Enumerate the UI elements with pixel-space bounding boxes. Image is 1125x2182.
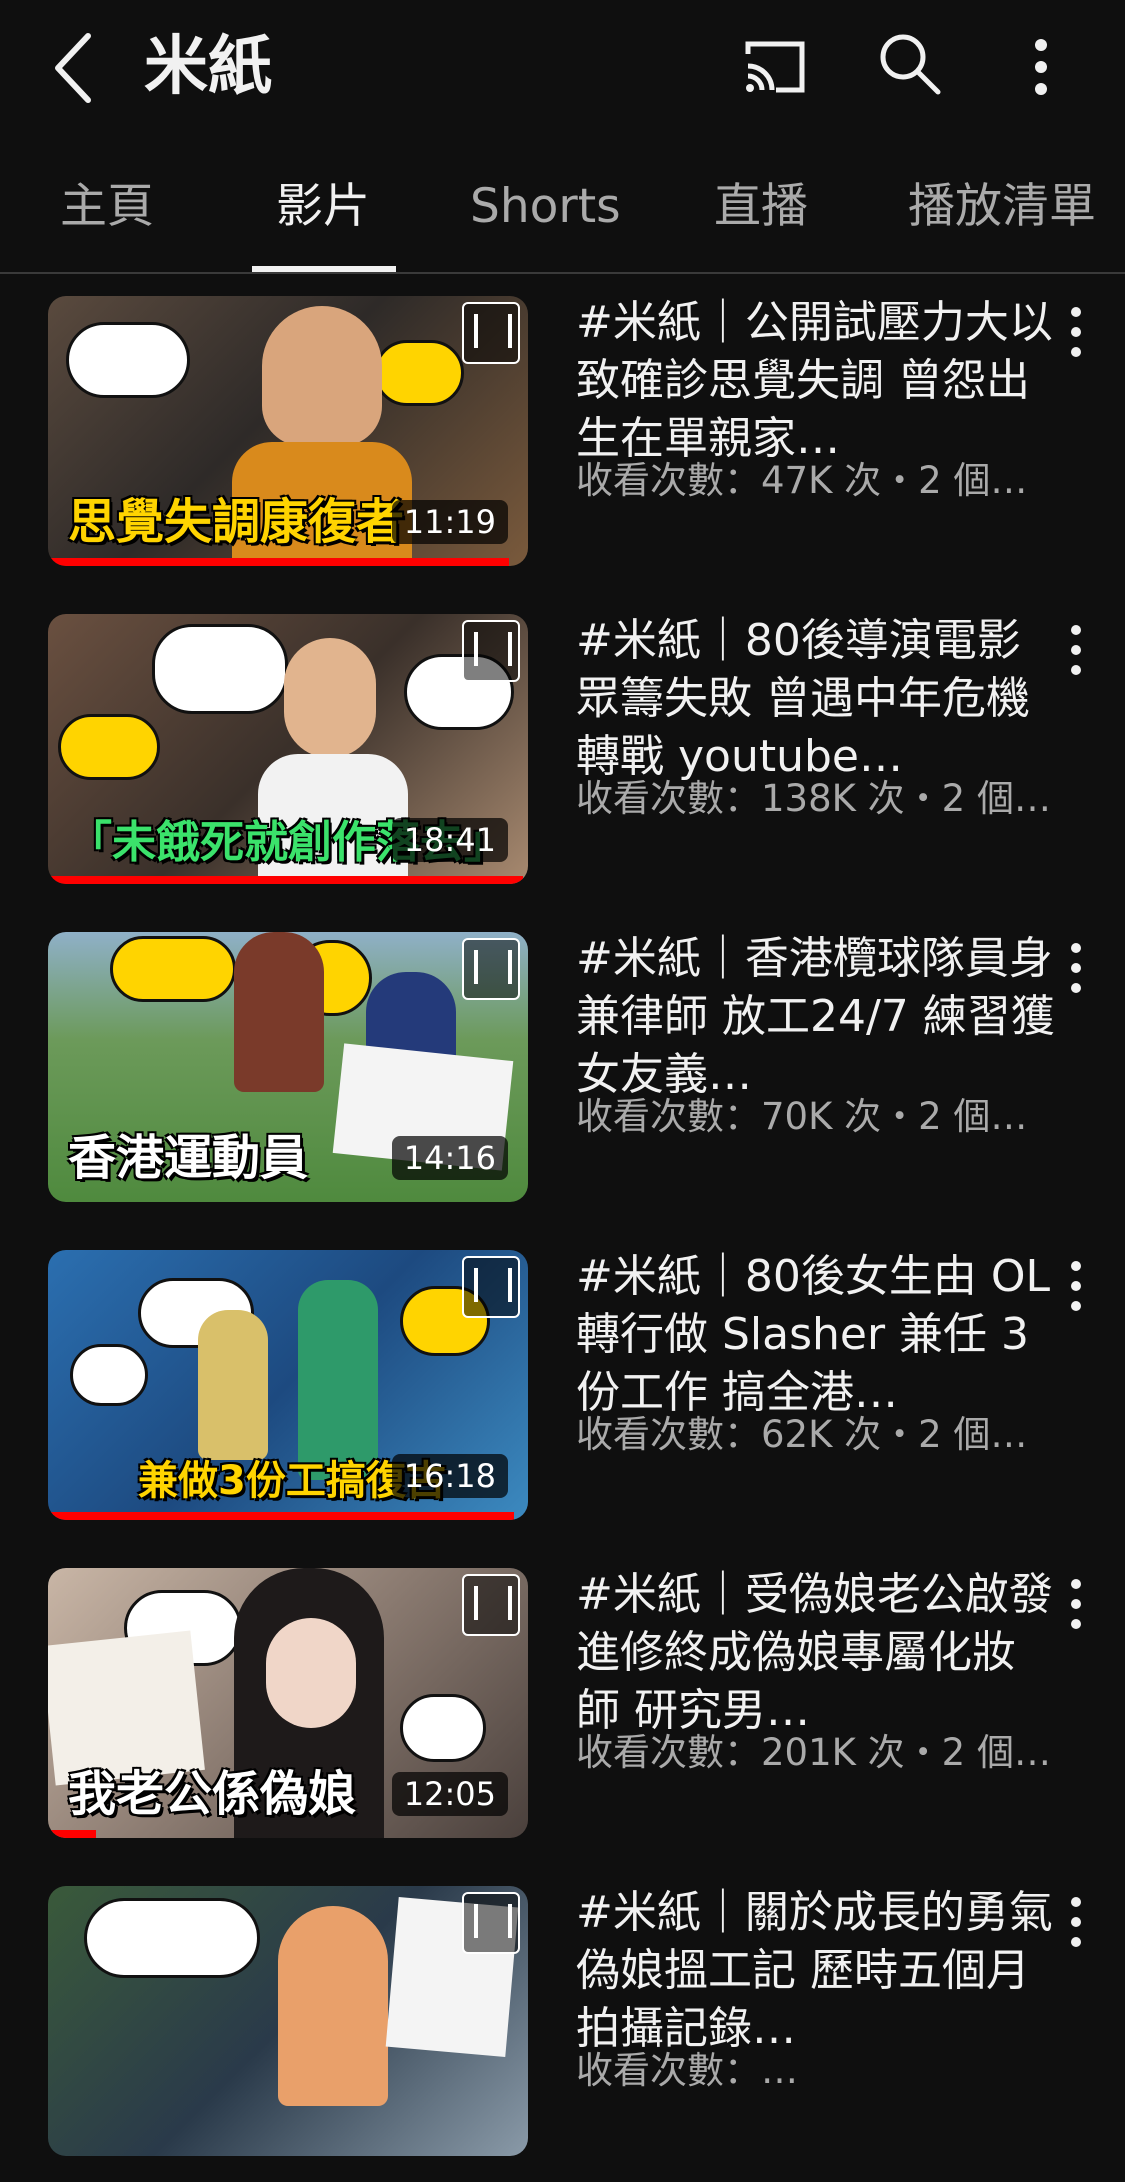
cast-icon[interactable] — [742, 38, 808, 96]
thumbnail-callout — [400, 1694, 486, 1762]
video-title[interactable]: #米紙｜公開試壓力大以致確診思覺失調 曾怨出生在單親家… — [576, 294, 1056, 468]
more-vertical-icon[interactable] — [1064, 622, 1088, 678]
channel-logo-icon — [462, 1892, 520, 1954]
channel-logo-icon — [462, 938, 520, 1000]
channel-logo-icon — [462, 1256, 520, 1318]
video-stats: 收看次數：62K 次・2 個… — [576, 1413, 1028, 1456]
thumbnail-banner: 思覺失調康復者 — [68, 494, 405, 550]
person-figure — [278, 1906, 388, 2106]
tab-videos[interactable]: 影片 — [276, 172, 370, 242]
video-stats: 收看次數：201K 次・2 個… — [576, 1731, 1051, 1774]
video-thumbnail[interactable]: 香港運動員 14:16 — [48, 932, 528, 1202]
video-meta: #米紙｜80後導演電影眾籌失敗 曾遇中年危機轉戰 youtube… 收看次數：1… — [576, 612, 1056, 822]
video-title[interactable]: #米紙｜香港欖球隊員身兼律師 放工24/7 練習獲女友義… — [576, 930, 1056, 1104]
tab-shorts[interactable]: Shorts — [470, 172, 621, 242]
thumbnail-callout — [374, 340, 464, 406]
video-stats: 收看次數：… — [576, 2049, 798, 2092]
app-header: 米紙 — [0, 0, 1125, 140]
video-thumbnail[interactable] — [48, 1886, 528, 2156]
video-thumbnail[interactable]: 思覺失調康復者 11:19 — [48, 296, 528, 566]
thumbnail-callout — [70, 1344, 148, 1406]
channel-tabs: 主頁 影片 Shorts 直播 播放清單 — [0, 150, 1125, 274]
video-meta: #米紙｜公開試壓力大以致確診思覺失調 曾怨出生在單親家… 收看次數：47K 次・… — [576, 294, 1056, 504]
thumbnail-callout — [84, 1898, 260, 1978]
watch-progress-bar — [48, 558, 509, 566]
more-vertical-icon[interactable] — [1064, 1576, 1088, 1632]
thumbnail-callout — [58, 714, 160, 780]
video-title[interactable]: #米紙｜受偽娘老公啟發 進修終成偽娘專屬化妝師 研究男… — [576, 1566, 1056, 1740]
video-title[interactable]: #米紙｜80後女生由 OL 轉行做 Slasher 兼任 3 份工作 搞全港… — [576, 1248, 1056, 1422]
video-stats: 收看次數：138K 次・2 個… — [576, 777, 1051, 820]
video-meta: #米紙｜80後女生由 OL 轉行做 Slasher 兼任 3 份工作 搞全港… … — [576, 1248, 1056, 1458]
video-stats: 收看次數：70K 次・2 個月前 — [576, 1095, 1056, 1138]
video-item[interactable]: 香港運動員 14:16 #米紙｜香港欖球隊員身兼律師 放工24/7 練習獲女友義… — [0, 910, 1125, 1228]
video-item[interactable]: 思覺失調康復者 11:19 #米紙｜公開試壓力大以致確診思覺失調 曾怨出生在單親… — [0, 274, 1125, 592]
back-arrow-icon[interactable] — [44, 28, 104, 108]
video-item[interactable]: 兼做3份工搞復古 16:18 #米紙｜80後女生由 OL 轉行做 Slasher… — [0, 1228, 1125, 1546]
person-figure — [198, 1310, 268, 1460]
more-vertical-icon[interactable] — [1064, 1894, 1088, 1950]
video-title[interactable]: #米紙｜關於成長的勇氣 偽娘搵工記 歷時五個月拍攝記錄… — [576, 1884, 1056, 2058]
watch-progress-bar — [48, 876, 524, 884]
video-meta: #米紙｜關於成長的勇氣 偽娘搵工記 歷時五個月拍攝記錄… 收看次數：… — [576, 1884, 1056, 2094]
more-vertical-icon[interactable] — [1064, 940, 1088, 996]
person-figure — [234, 932, 324, 1092]
video-item[interactable]: #米紙｜關於成長的勇氣 偽娘搵工記 歷時五個月拍攝記錄… 收看次數：… — [0, 1864, 1125, 2182]
video-title[interactable]: #米紙｜80後導演電影眾籌失敗 曾遇中年危機轉戰 youtube… — [576, 612, 1056, 786]
watch-progress-bar — [48, 1830, 96, 1838]
channel-logo-icon — [462, 1574, 520, 1636]
tab-live[interactable]: 直播 — [714, 172, 808, 242]
more-vertical-icon[interactable] — [1020, 36, 1062, 98]
video-thumbnail[interactable]: 我老公係偽娘 12:05 — [48, 1568, 528, 1838]
video-meta: #米紙｜香港欖球隊員身兼律師 放工24/7 練習獲女友義… 收看次數：70K 次… — [576, 930, 1056, 1140]
video-duration: 18:41 — [391, 818, 508, 862]
person-figure — [284, 638, 376, 758]
video-item[interactable]: 我老公係偽娘 12:05 #米紙｜受偽娘老公啟發 進修終成偽娘專屬化妝師 研究男… — [0, 1546, 1125, 1864]
video-meta: #米紙｜受偽娘老公啟發 進修終成偽娘專屬化妝師 研究男… 收看次數：201K 次… — [576, 1566, 1056, 1776]
channel-logo-icon — [462, 620, 520, 682]
channel-title: 米紙 — [144, 30, 272, 104]
watch-progress-bar — [48, 1512, 514, 1520]
thumbnail-banner: 香港運動員 — [68, 1130, 309, 1186]
person-figure — [266, 1618, 356, 1728]
video-duration: 16:18 — [391, 1454, 508, 1498]
more-vertical-icon[interactable] — [1064, 1258, 1088, 1314]
video-duration: 11:19 — [391, 500, 508, 544]
video-thumbnail[interactable]: 「未餓死就創作落去」 18:41 — [48, 614, 528, 884]
video-thumbnail[interactable]: 兼做3份工搞復古 16:18 — [48, 1250, 528, 1520]
search-icon[interactable] — [876, 30, 942, 96]
thumbnail-banner: 我老公係偽娘 — [68, 1754, 356, 1824]
more-vertical-icon[interactable] — [1064, 304, 1088, 360]
thumbnail-callout — [110, 936, 236, 1002]
video-stats: 收看次數：47K 次・2 個… — [576, 459, 1028, 502]
tab-playlists[interactable]: 播放清單 — [908, 172, 1096, 242]
tab-home[interactable]: 主頁 — [60, 172, 154, 242]
channel-logo-icon — [462, 302, 520, 364]
active-tab-indicator — [252, 266, 396, 272]
thumbnail-callout — [66, 322, 190, 398]
video-duration: 12:05 — [391, 1772, 508, 1816]
video-item[interactable]: 「未餓死就創作落去」 18:41 #米紙｜80後導演電影眾籌失敗 曾遇中年危機轉… — [0, 592, 1125, 910]
video-duration: 14:16 — [391, 1136, 508, 1180]
person-figure — [262, 306, 382, 446]
thumbnail-callout — [152, 624, 288, 714]
